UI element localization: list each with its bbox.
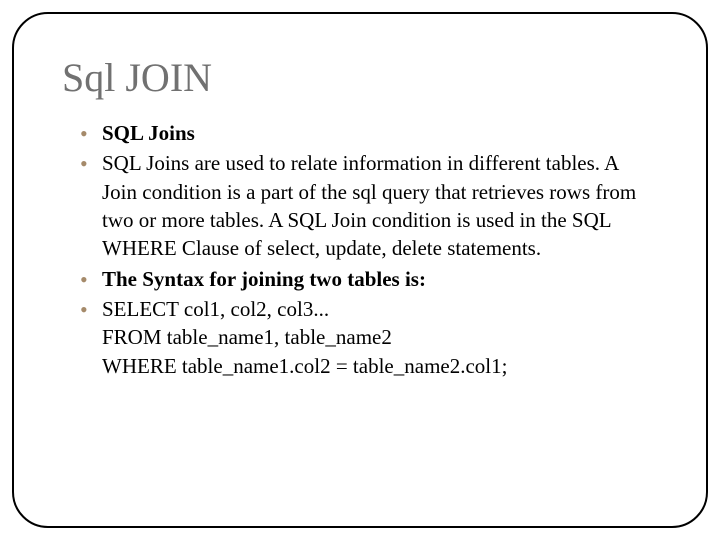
list-item: SQL Joins — [80, 119, 658, 147]
bullet-text: SQL Joins — [102, 121, 195, 145]
list-item: SELECT col1, col2, col3... FROM table_na… — [80, 295, 658, 380]
bullet-text: The Syntax for joining two tables is: — [102, 267, 426, 291]
slide-frame: Sql JOIN SQL Joins SQL Joins are used to… — [12, 12, 708, 528]
slide-title: Sql JOIN — [62, 54, 658, 101]
list-item: The Syntax for joining two tables is: — [80, 265, 658, 293]
bullet-text: SELECT col1, col2, col3... FROM table_na… — [102, 297, 507, 378]
bullet-list: SQL Joins SQL Joins are used to relate i… — [62, 119, 658, 380]
bullet-text: SQL Joins are used to relate information… — [102, 151, 636, 260]
list-item: SQL Joins are used to relate information… — [80, 149, 658, 262]
